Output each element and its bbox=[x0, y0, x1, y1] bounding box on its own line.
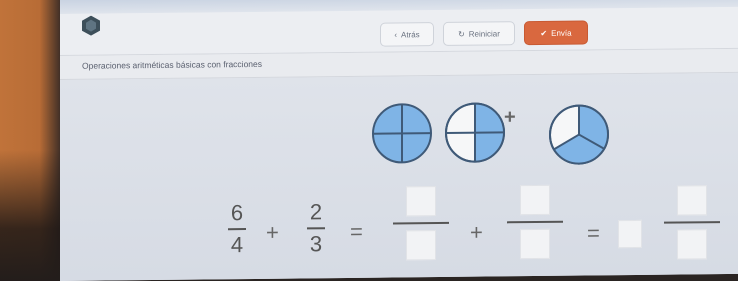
pie-plus-sign: + bbox=[504, 106, 516, 129]
fraction-1-denominator: 4 bbox=[230, 232, 244, 258]
answer-fraction-1 bbox=[393, 186, 449, 261]
send-button[interactable]: ✔ Envía bbox=[524, 20, 588, 46]
equals-sign-1: = bbox=[350, 218, 363, 244]
answer-2-numerator-input[interactable] bbox=[520, 184, 550, 216]
answer-3-denominator-input[interactable] bbox=[677, 229, 707, 260]
fraction-bar bbox=[664, 221, 720, 224]
answer-fraction-2 bbox=[507, 184, 563, 260]
answer-3-numerator-input[interactable] bbox=[677, 185, 707, 216]
reset-button[interactable]: ↻ Reiniciar bbox=[443, 21, 515, 46]
answer-1-numerator-input[interactable] bbox=[406, 186, 436, 217]
fraction-2: 2 3 bbox=[307, 199, 325, 257]
fraction-2-numerator: 2 bbox=[309, 199, 323, 225]
equals-sign-2: = bbox=[587, 220, 600, 246]
answer-1-denominator-input[interactable] bbox=[406, 230, 436, 261]
fraction-bar bbox=[228, 228, 246, 231]
plus-sign-2: + bbox=[470, 219, 483, 245]
reset-label: Reiniciar bbox=[468, 28, 500, 39]
fraction-1-numerator: 6 bbox=[230, 200, 244, 226]
fraction-1: 6 4 bbox=[228, 200, 246, 258]
fraction-bar bbox=[393, 221, 449, 225]
app-logo-icon bbox=[82, 15, 100, 36]
pie-chart-1 bbox=[372, 103, 432, 164]
fraction-2-denominator: 3 bbox=[309, 231, 323, 257]
fraction-bar bbox=[507, 220, 563, 224]
answer-whole-number-input[interactable] bbox=[618, 219, 642, 249]
activity-title: Operaciones aritméticas básicas con frac… bbox=[82, 58, 262, 71]
check-icon: ✔ bbox=[540, 28, 548, 38]
chevron-left-icon: ‹ bbox=[394, 29, 397, 39]
answer-2-denominator-input[interactable] bbox=[520, 228, 550, 260]
plus-sign-1: + bbox=[266, 219, 279, 245]
fraction-bar bbox=[307, 227, 325, 230]
back-label: Atrás bbox=[401, 29, 420, 39]
pie-chart-3 bbox=[549, 104, 609, 165]
screen: ‹ Atrás ↻ Reiniciar ✔ Envía Operaciones … bbox=[60, 0, 738, 281]
pie-chart-2 bbox=[445, 102, 505, 163]
back-button[interactable]: ‹ Atrás bbox=[380, 22, 434, 47]
answer-fraction-3 bbox=[664, 185, 720, 260]
send-label: Envía bbox=[551, 28, 572, 38]
toolbar: ‹ Atrás ↻ Reiniciar ✔ Envía bbox=[60, 6, 738, 57]
refresh-icon: ↻ bbox=[458, 29, 465, 39]
